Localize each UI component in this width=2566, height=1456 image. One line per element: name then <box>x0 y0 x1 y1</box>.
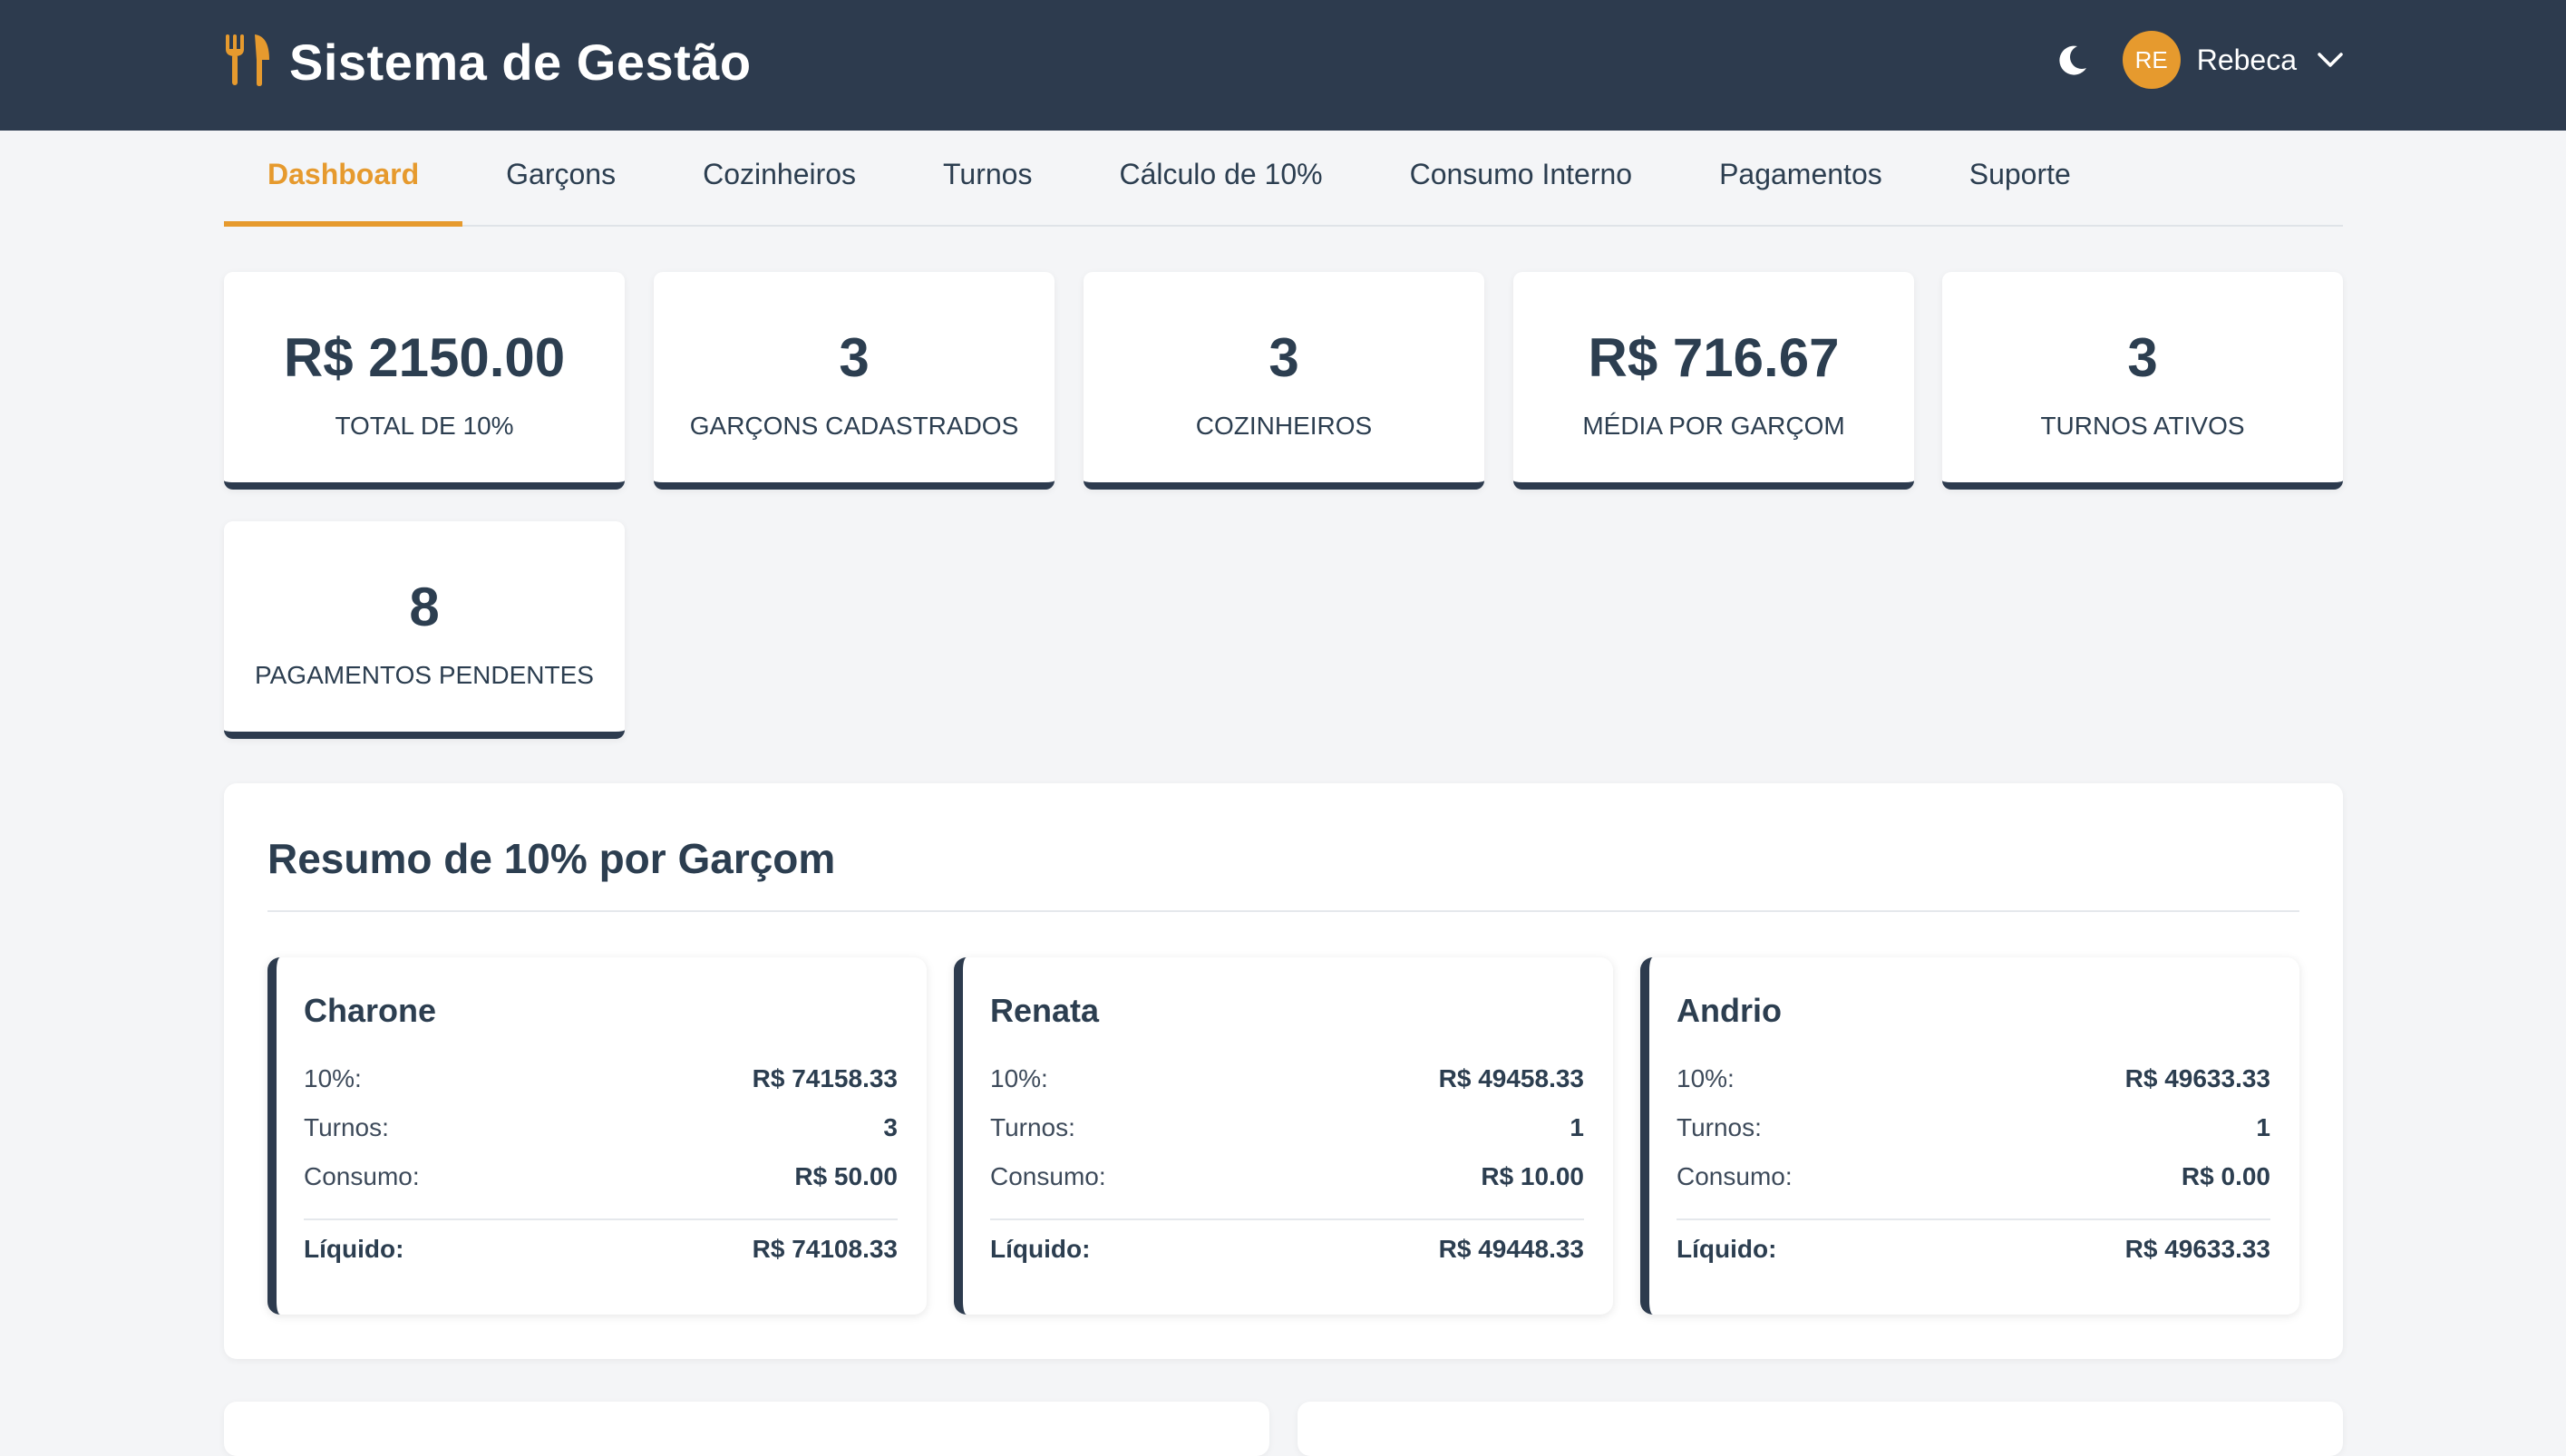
stat-value: 3 <box>1268 327 1299 388</box>
shifts-row: Turnos: 1 <box>1677 1113 2270 1142</box>
waiter-name: Charone <box>304 992 437 1029</box>
net-row: Líquido: R$ 74108.33 <box>304 1235 898 1264</box>
panel-title: Resumo de 10% por Garçom <box>267 835 836 882</box>
consumption-value: R$ 10.00 <box>1481 1162 1584 1190</box>
waiter-name: Renata <box>990 992 1100 1029</box>
consumption-value: R$ 0.00 <box>2181 1162 2270 1190</box>
waiter-card: Charone 10%: R$ 74158.33 Turnos: 3 Consu… <box>267 957 927 1315</box>
stat-value: 8 <box>409 577 440 637</box>
stat-value: 3 <box>839 327 870 388</box>
shifts-value: 1 <box>1570 1113 1584 1141</box>
moon-icon[interactable] <box>2056 43 2090 77</box>
shifts-label: Turnos: <box>990 1113 1075 1141</box>
shifts-value: 3 <box>883 1113 898 1141</box>
consumption-label: Consumo: <box>1677 1162 1793 1190</box>
stat-label: TURNOS ATIVOS <box>2040 412 2245 440</box>
divider <box>304 1218 898 1220</box>
divider <box>267 910 2299 912</box>
waiter-card: Andrio 10%: R$ 49633.33 Turnos: 1 Consum… <box>1640 957 2299 1315</box>
consumption-label: Consumo: <box>304 1162 420 1190</box>
brand[interactable]: Sistema de Gestão <box>224 30 752 93</box>
bottom-card-left <box>224 1402 1269 1456</box>
pct-row: 10%: R$ 49633.33 <box>1677 1064 2270 1093</box>
stat-label: COZINHEIROS <box>1195 412 1373 440</box>
pct-value: R$ 74158.33 <box>752 1064 898 1092</box>
stat-value: R$ 716.67 <box>1588 327 1840 388</box>
user-name[interactable]: Rebeca <box>2197 44 2297 77</box>
divider <box>1677 1218 2270 1220</box>
stat-label: PAGAMENTOS PENDENTES <box>255 661 594 689</box>
consumption-label: Consumo: <box>990 1162 1106 1190</box>
net-value: R$ 49633.33 <box>2124 1235 2270 1263</box>
pct-value: R$ 49633.33 <box>2124 1064 2270 1092</box>
avatar[interactable]: RE <box>2122 31 2181 89</box>
tab-turnos[interactable]: Turnos <box>899 131 1075 225</box>
consumption-row: Consumo: R$ 10.00 <box>990 1162 1584 1191</box>
net-label: Líquido: <box>1677 1235 1777 1263</box>
stat-value: 3 <box>2127 327 2158 388</box>
stat-card-waiters: 3 GARÇONS CADASTRADOS <box>654 272 1055 490</box>
chevron-down-icon[interactable] <box>2297 51 2344 69</box>
stat-card-shifts: 3 TURNOS ATIVOS <box>1942 272 2343 490</box>
stat-label: MÉDIA POR GARÇOM <box>1582 412 1845 440</box>
net-value: R$ 74108.33 <box>752 1235 898 1263</box>
net-label: Líquido: <box>304 1235 404 1263</box>
pct-row: 10%: R$ 74158.33 <box>304 1064 898 1093</box>
shifts-label: Turnos: <box>1677 1113 1762 1141</box>
stat-card-total: R$ 2150.00 TOTAL DE 10% <box>224 272 625 490</box>
stat-value: R$ 2150.00 <box>283 327 566 388</box>
consumption-row: Consumo: R$ 50.00 <box>304 1162 898 1191</box>
stat-card-average: R$ 716.67 MÉDIA POR GARÇOM <box>1513 272 1914 490</box>
net-label: Líquido: <box>990 1235 1091 1263</box>
pct-label: 10%: <box>304 1064 362 1092</box>
shifts-value: 1 <box>2256 1113 2270 1141</box>
stat-card-pending: 8 PAGAMENTOS PENDENTES <box>224 521 625 739</box>
net-row: Líquido: R$ 49448.33 <box>990 1235 1584 1264</box>
consumption-row: Consumo: R$ 0.00 <box>1677 1162 2270 1191</box>
divider <box>990 1218 1584 1220</box>
waiter-name: Andrio <box>1677 992 1782 1029</box>
pct-row: 10%: R$ 49458.33 <box>990 1064 1584 1093</box>
shifts-row: Turnos: 1 <box>990 1113 1584 1142</box>
stat-card-cooks: 3 COZINHEIROS <box>1084 272 1484 490</box>
tab-dashboard[interactable]: Dashboard <box>224 131 463 227</box>
stat-label: TOTAL DE 10% <box>335 412 514 440</box>
net-value: R$ 49448.33 <box>1438 1235 1584 1263</box>
pct-label: 10%: <box>1677 1064 1735 1092</box>
shifts-label: Turnos: <box>304 1113 389 1141</box>
top-bar: Sistema de Gestão RE Rebeca <box>0 0 2566 131</box>
net-row: Líquido: R$ 49633.33 <box>1677 1235 2270 1264</box>
waiter-card: Renata 10%: R$ 49458.33 Turnos: 1 Consum… <box>954 957 1613 1315</box>
main-tabs: Dashboard Garçons Cozinheiros Turnos Cál… <box>224 131 2343 227</box>
pct-label: 10%: <box>990 1064 1048 1092</box>
consumption-value: R$ 50.00 <box>794 1162 898 1190</box>
pct-value: R$ 49458.33 <box>1438 1064 1584 1092</box>
tab-suporte[interactable]: Suporte <box>1926 131 2114 225</box>
app-title: Sistema de Gestão <box>289 33 752 91</box>
tab-pagamentos[interactable]: Pagamentos <box>1676 131 1926 225</box>
utensils-icon <box>224 33 273 92</box>
tab-calculo[interactable]: Cálculo de 10% <box>1075 131 1366 225</box>
tab-garcons[interactable]: Garçons <box>462 131 659 225</box>
bottom-card-right <box>1298 1402 2343 1456</box>
tab-consumo-interno[interactable]: Consumo Interno <box>1366 131 1676 225</box>
tab-cozinheiros[interactable]: Cozinheiros <box>659 131 899 225</box>
waiter-summary-panel: Resumo de 10% por Garçom Charone 10%: R$… <box>224 783 2343 1359</box>
shifts-row: Turnos: 3 <box>304 1113 898 1142</box>
user-area: RE Rebeca <box>2056 31 2344 89</box>
stat-label: GARÇONS CADASTRADOS <box>689 412 1019 440</box>
